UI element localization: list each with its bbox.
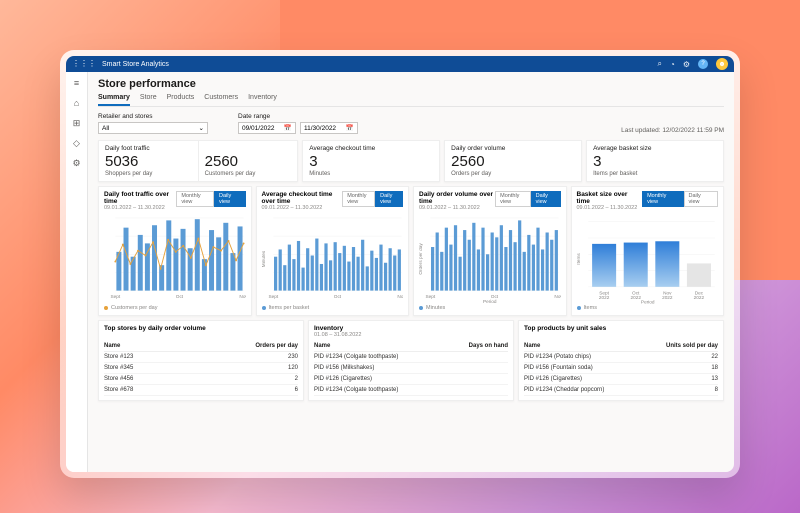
app-titlebar: ⋮⋮⋮ Smart Store Analytics ⌕ ◔ ⚙ ? ☻ [66, 56, 734, 72]
svg-text:Orders per day: Orders per day [419, 243, 423, 275]
kpi-checkout-time: Average checkout time 3 Minutes [302, 140, 440, 182]
page-title: Store performance [98, 78, 724, 90]
last-updated: Last updated: 12/02/2022 11:59 PM [621, 127, 724, 134]
avatar[interactable]: ☻ [716, 58, 728, 70]
retail-icon[interactable]: ⊞ [70, 116, 84, 130]
chart-order-volume: Daily order volume over time 09.01.2022 … [413, 186, 567, 316]
svg-text:2022: 2022 [662, 295, 673, 300]
table-row[interactable]: PID #1234 (Colgate toothpaste) [314, 352, 508, 363]
date-range-label: Date range [238, 113, 358, 120]
chart-foot-traffic: Daily foot traffic over time 09.01.2022 … [98, 186, 252, 316]
settings-icon[interactable]: ⚙ [70, 156, 84, 170]
table-row[interactable]: PID #1234 (Colgate toothpaste) [314, 385, 508, 396]
svg-text:Items: Items [577, 253, 581, 265]
svg-text:2022: 2022 [693, 295, 704, 300]
app-title: Smart Store Analytics [102, 61, 169, 68]
tab-products[interactable]: Products [167, 94, 195, 106]
tab-inventory[interactable]: Inventory [248, 94, 277, 106]
calendar-icon: 📅 [346, 124, 354, 132]
svg-text:2022: 2022 [598, 295, 609, 300]
kpi-basket-size: Average basket size 3 Items per basket [586, 140, 724, 182]
home-icon[interactable]: ⌂ [70, 96, 84, 110]
tab-store[interactable]: Store [140, 94, 157, 106]
table-row[interactable]: Store #6786 [104, 385, 298, 396]
kpi-foot-traffic: Daily foot traffic 5036 Shoppers per day… [98, 140, 298, 182]
retailer-label: Retailer and stores [98, 113, 208, 120]
search-icon[interactable]: ⌕ [658, 59, 662, 69]
retailer-select[interactable]: All ⌄ [98, 122, 208, 134]
settings-gear-icon[interactable]: ⚙ [683, 60, 690, 69]
tab-customers[interactable]: Customers [204, 94, 238, 106]
view-toggle[interactable]: Monthly view Daily view [642, 191, 718, 207]
calendar-icon: 📅 [284, 124, 292, 132]
help-icon[interactable]: ? [698, 59, 708, 69]
svg-text:Nov: Nov [239, 294, 245, 299]
table-row[interactable]: PID #126 (Cigarettes)13 [524, 374, 718, 385]
table-row[interactable]: PID #126 (Cigarettes) [314, 374, 508, 385]
svg-text:Sept: Sept [110, 294, 120, 299]
svg-text:Minutes: Minutes [262, 250, 266, 267]
tabs: Summary Store Products Customers Invento… [98, 94, 724, 107]
table-inventory: Inventory 01.08 – 31.08.2022 Name Days o… [308, 320, 514, 401]
lightbulb-icon[interactable]: ◇ [70, 136, 84, 150]
svg-text:Sept: Sept [425, 294, 435, 299]
waffle-icon[interactable]: ⋮⋮⋮ [72, 60, 96, 68]
bell-icon[interactable]: ◔ [670, 60, 675, 69]
chart-checkout-time: Average checkout time over time 09.01.20… [256, 186, 410, 316]
view-toggle[interactable]: Monthly view Daily view [176, 191, 245, 207]
view-toggle[interactable]: Monthly view Daily view [342, 191, 403, 207]
svg-text:Nov: Nov [397, 294, 403, 299]
view-toggle[interactable]: Monthly view Daily view [495, 191, 560, 207]
svg-text:Period: Period [640, 299, 654, 304]
sidebar: ≡ ⌂ ⊞ ◇ ⚙ [66, 72, 88, 472]
date-to-input[interactable]: 11/30/2022 📅 [300, 122, 358, 134]
table-top-stores: Top stores by daily order volume Name Or… [98, 320, 304, 401]
table-row[interactable]: PID #156 (Fountain soda)18 [524, 363, 718, 374]
table-row[interactable]: Store #345120 [104, 363, 298, 374]
chevron-down-icon: ⌄ [199, 124, 204, 132]
svg-text:Period: Period [483, 299, 497, 304]
table-row[interactable]: PID #1234 (Potato chips)22 [524, 352, 718, 363]
tab-summary[interactable]: Summary [98, 94, 130, 106]
table-row[interactable]: PID #1234 (Cheddar popcorn)8 [524, 385, 718, 396]
svg-text:2022: 2022 [630, 295, 641, 300]
table-row[interactable]: Store #123230 [104, 352, 298, 363]
table-top-products: Top products by unit sales Name Units so… [518, 320, 724, 401]
table-row[interactable]: PID #156 (Milkshakes) [314, 363, 508, 374]
svg-text:Sept: Sept [268, 294, 278, 299]
svg-text:Oct: Oct [333, 294, 341, 299]
kpi-order-volume: Daily order volume 2560 Orders per day [444, 140, 582, 182]
table-row[interactable]: Store #4562 [104, 374, 298, 385]
svg-text:Nov: Nov [554, 294, 560, 299]
menu-icon[interactable]: ≡ [70, 76, 84, 90]
date-from-input[interactable]: 09/01/2022 📅 [238, 122, 296, 134]
chart-basket-size: Basket size over time 09.01.2022 – 11.30… [571, 186, 725, 316]
svg-text:Oct: Oct [176, 294, 184, 299]
